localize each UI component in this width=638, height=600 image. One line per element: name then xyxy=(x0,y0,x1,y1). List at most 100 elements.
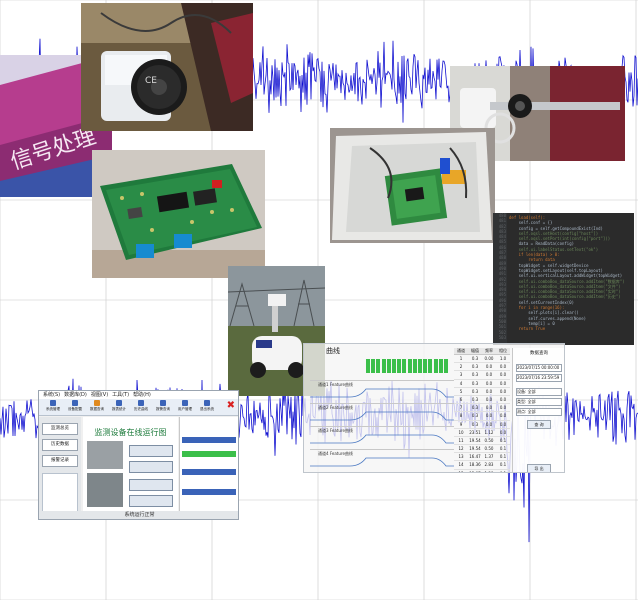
curve-plot xyxy=(310,411,454,421)
event-log xyxy=(42,473,78,513)
table-cell: 0.1 xyxy=(499,462,507,468)
table-cell: 0.3 xyxy=(471,372,479,378)
table-cell: 0.0 xyxy=(499,388,507,394)
table-row[interactable]: 5 0.3 0.0 0.0 xyxy=(454,388,510,396)
table-cell: 0.1 xyxy=(499,454,507,460)
curve-plot xyxy=(310,457,454,467)
toolbar-button[interactable]: 设备配置 xyxy=(65,400,85,414)
table-row[interactable]: 11 19.54 0.50 0.1 xyxy=(454,437,510,446)
code-body: def load(self): self.conf = {} config = … xyxy=(509,215,633,345)
table-cell: 0.3 xyxy=(471,396,479,402)
channel-indicator xyxy=(402,359,407,373)
start-time-field[interactable]: 2023/07/15 00:00:00 xyxy=(516,364,562,372)
table-row[interactable]: 7 0.3 0.0 0.0 xyxy=(454,404,510,413)
curve-line xyxy=(310,457,454,467)
table-row[interactable]: 4 0.3 0.0 0.0 xyxy=(454,380,510,388)
end-time-field[interactable]: 2023/07/16 23:59:59 xyxy=(516,374,562,382)
toolbar-label: 退出系统 xyxy=(200,407,214,411)
table-cell: 0.0 xyxy=(499,364,507,370)
table-cell: 0.0 xyxy=(485,421,493,427)
toolbar-button[interactable]: 用户管理 xyxy=(175,400,195,414)
monitor-banner: 监测设备在线运行图 xyxy=(94,428,167,437)
query-filter-select[interactable]: 测点: 全部 xyxy=(516,408,562,416)
table-row[interactable]: 14 18.36 2.83 0.1 xyxy=(454,461,510,470)
menu-item[interactable]: 帮助(H) xyxy=(133,392,151,398)
code-line-numbers: 480 481 482 483 484 485 486 487 488 489 490 491 492 4… xyxy=(493,213,507,345)
curve-panel: 通道1 Feature曲线 xyxy=(310,380,454,402)
status-bar-4 xyxy=(182,489,236,495)
curve-panels: 通道1 Feature曲线 通道2 Feature曲线 通道3 Feature曲线通… xyxy=(310,378,454,472)
table-row[interactable]: 8 0.3 0.0 0.0 xyxy=(454,412,510,421)
channel-indicator xyxy=(397,359,402,373)
menu-item[interactable]: 系统(S) xyxy=(43,392,60,398)
table-header-cell: 幅值 xyxy=(471,348,479,353)
curve-line xyxy=(310,388,454,398)
curve-title: 曲线 xyxy=(326,347,340,355)
table-cell: 0.3 xyxy=(471,388,479,394)
query-panel-title: 数据查询 xyxy=(530,351,548,356)
table-row[interactable]: 9 0.3 0.0 0.0 xyxy=(454,421,510,429)
left-nav-button[interactable]: 报警记录 xyxy=(42,455,78,467)
menu-item[interactable]: 工具(T) xyxy=(112,392,129,398)
close-icon[interactable]: ✖ xyxy=(227,401,235,411)
channel-indicator xyxy=(386,359,391,373)
device-box-3[interactable] xyxy=(129,479,173,491)
table-cell: 0.3 xyxy=(471,364,479,370)
substation-image-1 xyxy=(87,441,123,469)
table-cell: 0.3 xyxy=(471,413,479,419)
table-row[interactable]: 1 0.3 0.00 1.0 xyxy=(454,355,510,364)
table-cell: 0.3 xyxy=(471,356,479,361)
table-row[interactable]: 2 0.3 0.0 0.0 xyxy=(454,363,510,372)
table-cell: 12 xyxy=(458,446,464,452)
curve-line xyxy=(310,434,454,444)
code-line: return True xyxy=(509,326,546,332)
query-button[interactable]: 查 询 xyxy=(527,420,551,429)
channel-indicator xyxy=(392,359,396,373)
table-row[interactable]: 12 19.54 0.50 0.1 xyxy=(454,445,510,454)
table-cell: 0.0 xyxy=(485,413,493,419)
monitor-app-window: 系统(S) 数据库(D) 视图(V) 工具(T) 帮助(H) 系统管理 设备配置 数据查询报… xyxy=(38,390,239,520)
device-box-2[interactable] xyxy=(129,461,173,473)
curve-data-table: 通道 幅值 频率 相位 1 0.3 0.00 1.0 2 0.3 0.0 0.0 3 0.3 0.0 0.0 4… xyxy=(454,348,510,472)
query-filter-select[interactable]: 类型: 全部 xyxy=(516,398,562,406)
table-cell: 9 xyxy=(459,421,463,427)
channel-indicator xyxy=(412,359,417,373)
table-cell: 0.3 xyxy=(471,421,479,427)
toolbar-button[interactable]: 历史曲线 xyxy=(131,400,151,414)
toolbar-button[interactable]: 数据查询 xyxy=(87,400,107,414)
curve-line xyxy=(310,411,454,421)
table-cell: 1.0 xyxy=(499,356,507,361)
table-cell: 2 xyxy=(459,364,463,370)
code-line: self.ui.verticalLayout.addWidget(topWidg… xyxy=(509,273,623,279)
device-box-4[interactable] xyxy=(129,495,173,507)
table-cell: 15 xyxy=(454,470,468,472)
export-button[interactable]: 导 出 xyxy=(527,464,551,472)
toolbar-button[interactable]: 报表统计 xyxy=(109,400,129,414)
table-cell: 4 xyxy=(459,380,463,386)
table-row[interactable]: 6 0.3 0.0 0.0 xyxy=(454,396,510,405)
table-cell: 5 xyxy=(459,388,463,394)
curve-plot xyxy=(310,434,454,444)
table-header-cell: 相位 xyxy=(499,348,507,353)
table-row[interactable]: 1515.071.380.1 xyxy=(454,470,510,472)
menu-item[interactable]: 数据库(D) xyxy=(64,392,87,398)
code-editor-screenshot: 480 481 482 483 484 485 486 487 488 489 490 491 492 4… xyxy=(493,213,634,345)
status-bar-2 xyxy=(182,451,236,457)
table-row[interactable]: 3 0.3 0.0 0.0 xyxy=(454,371,510,380)
left-nav-button[interactable]: 历史数据 xyxy=(42,439,78,451)
table-cell: 0.3 xyxy=(471,405,479,411)
query-filter-select[interactable]: 设备: 全部 xyxy=(516,388,562,396)
device-box-1[interactable] xyxy=(129,445,173,457)
left-nav-button[interactable]: 监测总览 xyxy=(42,423,78,435)
table-cell: 0.50 xyxy=(484,446,494,452)
toolbar-button[interactable]: 报警查询 xyxy=(153,400,173,414)
table-cell: 10 xyxy=(458,429,464,435)
table-row[interactable]: 13 16.47 1.37 0.1 xyxy=(454,453,510,462)
table-row[interactable]: 10 23.51 1.12 0.0 xyxy=(454,429,510,437)
status-bar-1 xyxy=(182,437,236,443)
channel-indicator xyxy=(428,359,433,373)
menu-item[interactable]: 视图(V) xyxy=(91,392,108,398)
channel-indicator xyxy=(407,359,412,373)
toolbar-button[interactable]: 系统管理 xyxy=(43,400,63,414)
toolbar-button[interactable]: 退出系统 xyxy=(197,400,217,414)
